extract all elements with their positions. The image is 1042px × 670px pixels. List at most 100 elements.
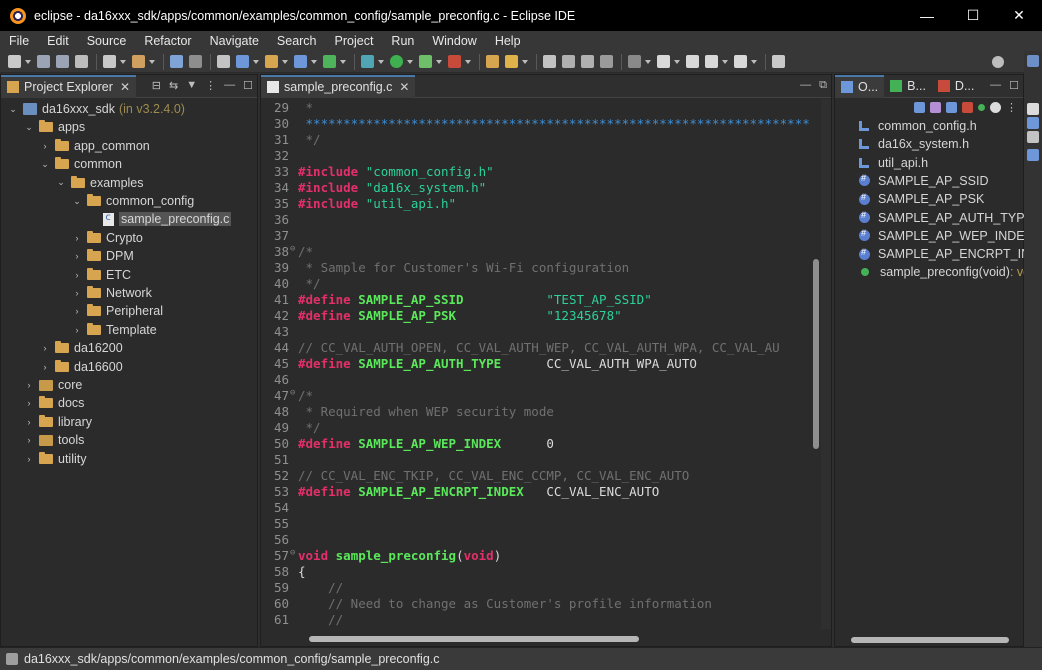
menu-window[interactable]: Window [423,34,485,48]
back-dropdown-icon[interactable] [722,59,728,64]
tree-item[interactable]: › library [23,413,92,431]
code-line[interactable]: 54 [261,500,809,516]
menu-help[interactable]: Help [486,34,530,48]
save-icon[interactable] [37,55,50,68]
pin-editor-icon[interactable] [772,55,785,68]
fold-toggle-icon[interactable]: ⊖ [290,388,295,398]
run-icon[interactable] [390,55,403,68]
new-icon[interactable] [8,55,21,68]
outline-item[interactable]: da16x_system.h [859,135,969,153]
collapsed-chevron-icon[interactable]: › [71,233,83,243]
code-line[interactable]: 40 */ [261,276,809,292]
collapsed-chevron-icon[interactable]: › [23,398,35,408]
view-menu-icon[interactable]: ⋮ [205,79,216,92]
tree-item[interactable]: › da16600 [39,358,123,376]
tab-sample-preconfig[interactable]: sample_preconfig.c ✕ [261,74,416,98]
restore-icon[interactable] [1027,103,1039,115]
tab-outline-0[interactable]: O... [835,74,885,98]
filter-icon[interactable]: ▼ [186,79,197,92]
new-class-icon[interactable] [236,55,249,68]
link-icon[interactable] [217,55,230,68]
code-line[interactable]: 35 #include "util_api.h" [261,196,809,212]
collapsed-chevron-icon[interactable]: › [23,454,35,464]
build-icon[interactable] [132,55,145,68]
close-icon[interactable]: ✕ [120,80,130,94]
outline-item[interactable]: SAMPLE_AP_WEP_INDEX [859,227,1033,245]
code-line[interactable]: 36 [261,212,809,228]
back-icon[interactable] [705,55,718,68]
code-line[interactable]: 41 #define SAMPLE_AP_SSID "TEST_AP_SSID" [261,292,809,308]
minimize-view-icon[interactable]: — [224,79,235,92]
collapsed-chevron-icon[interactable]: › [39,141,51,151]
code-line[interactable]: 30 *************************************… [261,116,809,132]
tree-item[interactable]: › ETC [71,266,131,284]
code-line[interactable]: 43 [261,324,809,340]
new-dropdown-icon[interactable] [25,59,31,64]
code-line[interactable]: 45 #define SAMPLE_AP_AUTH_TYPE CC_VAL_AUT… [261,356,809,372]
external-tools-icon[interactable] [419,55,432,68]
code-line[interactable]: 58 { [261,564,809,580]
code-line[interactable]: 47 ⊖/* [261,388,809,404]
minimize-view-icon[interactable]: — [800,79,811,92]
build-dropdown-icon[interactable] [149,59,155,64]
fold-toggle-icon[interactable]: ⊖ [290,244,295,254]
outline-item[interactable]: SAMPLE_AP_SSID [859,172,988,190]
tree-item[interactable]: › tools [23,431,85,449]
new-file-dropdown-icon[interactable] [311,59,317,64]
menu-navigate[interactable]: Navigate [201,34,268,48]
tree-item[interactable]: › Peripheral [71,302,163,320]
outline-item[interactable]: SAMPLE_AP_AUTH_TYPE [859,209,1033,227]
collapsed-chevron-icon[interactable]: › [23,380,35,390]
code-line[interactable]: 48 * Required when WEP security mode [261,404,809,420]
search-tool-icon[interactable] [505,55,518,68]
tree-item[interactable]: ⌄ examples [55,174,144,192]
menu-run[interactable]: Run [382,34,423,48]
code-line[interactable]: 56 [261,532,809,548]
tree-item[interactable]: › da16200 [39,339,123,357]
collapsed-chevron-icon[interactable]: › [71,325,83,335]
outline-item[interactable]: util_api.h [859,154,928,172]
collapsed-chevron-icon[interactable]: › [71,251,83,261]
tree-item[interactable]: › Template [71,321,157,339]
forward-icon[interactable] [734,55,747,68]
expanded-chevron-icon[interactable]: ⌄ [7,104,19,115]
terminal-icon[interactable] [170,55,183,68]
settings-icon[interactable] [103,55,116,68]
run-dropdown-icon[interactable] [407,59,413,64]
code-line[interactable]: 31 */ [261,132,809,148]
view-menu-icon[interactable]: ⋮ [1006,101,1017,114]
menu-project[interactable]: Project [326,34,383,48]
tree-item[interactable]: › utility [23,450,86,468]
code-line[interactable]: 50 #define SAMPLE_AP_WEP_INDEX 0 [261,436,809,452]
coverage-dropdown-icon[interactable] [465,59,471,64]
collapsed-chevron-icon[interactable]: › [39,362,51,372]
collapsed-chevron-icon[interactable]: › [71,270,83,280]
collapsed-chevron-icon[interactable]: › [71,288,83,298]
code-line[interactable]: 57 ⊖ void sample_preconfig(void) [261,548,809,564]
last-edit-icon[interactable] [686,55,699,68]
collapse-all-icon[interactable]: ⊟ [152,79,161,92]
maximize-view-icon[interactable]: ☐ [243,79,253,92]
tree-item[interactable]: ⌄ common_config [71,192,194,210]
outline-item[interactable]: sample_preconfig(void) : vo [859,263,1030,281]
expanded-chevron-icon[interactable]: ⌄ [55,177,67,188]
next-annotation-icon[interactable] [628,55,641,68]
outline-item[interactable]: SAMPLE_AP_ENCRPT_INDEX [859,245,1042,263]
code-line[interactable]: 51 [261,452,809,468]
tree-item[interactable]: sample_preconfig.c [87,210,232,228]
collapsed-chevron-icon[interactable]: › [23,435,35,445]
menu-search[interactable]: Search [268,34,326,48]
tab-outline-1[interactable]: B... [884,75,932,98]
previous-annotation-dropdown-icon[interactable] [674,59,680,64]
collapsed-chevron-icon[interactable]: › [71,306,83,316]
tree-item[interactable]: › Crypto [71,229,143,247]
previous-annotation-icon[interactable] [657,55,670,68]
menu-refactor[interactable]: Refactor [135,34,200,48]
code-line[interactable]: 52 // CC_VAL_ENC_TKIP, CC_VAL_ENC_CCMP, C… [261,468,809,484]
tab-outline-2[interactable]: D... [932,75,980,98]
collapsed-chevron-icon[interactable]: › [39,343,51,353]
next-annotation-dropdown-icon[interactable] [645,59,651,64]
code-line[interactable]: 44 // CC_VAL_AUTH_OPEN, CC_VAL_AUTH_WEP, … [261,340,809,356]
code-line[interactable]: 39 * Sample for Customer's Wi-Fi configu… [261,260,809,276]
open-folder-icon[interactable] [265,55,278,68]
